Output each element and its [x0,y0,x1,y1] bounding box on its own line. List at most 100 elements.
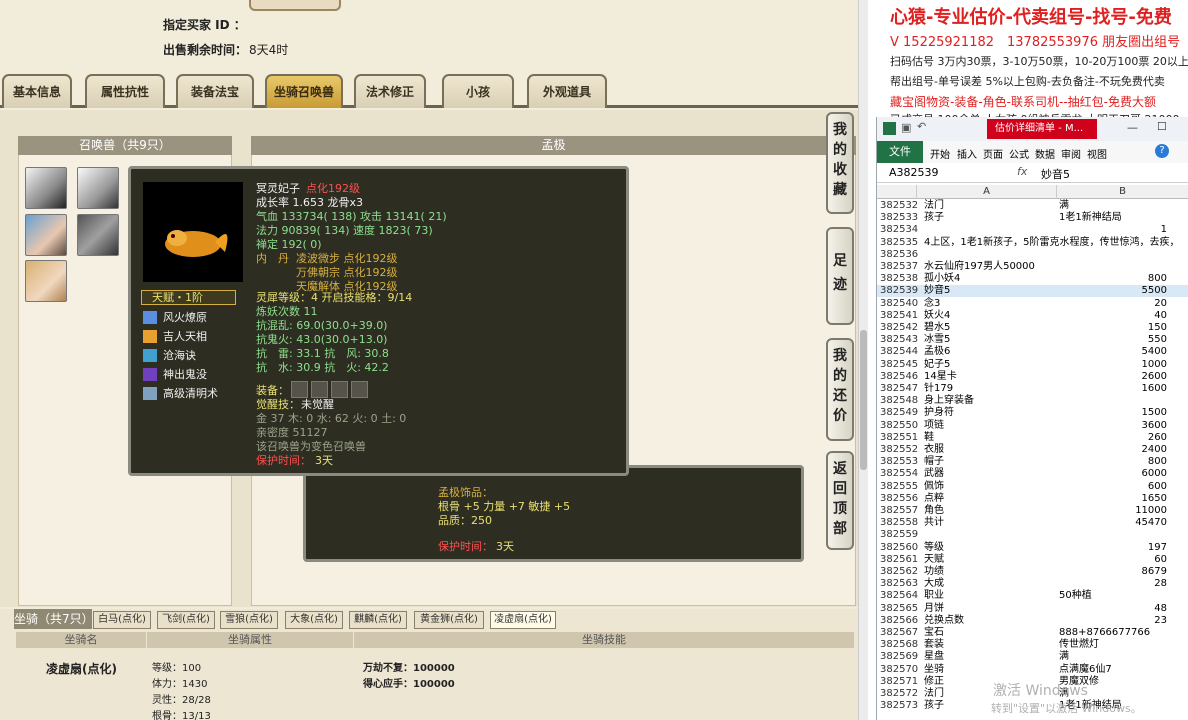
mount-tab-active[interactable]: 凌虚扇(点化) [490,611,556,629]
table-row[interactable]: 382535 4上区，1老1新孩子，5阶雷克水程度，传世惊鸿，去疾， [877,237,1188,249]
equip-slot[interactable] [311,381,328,398]
cell-a[interactable]: 14星卡 [924,371,957,383]
cell-a[interactable]: 项链 [924,420,944,432]
table-row[interactable]: 382565 月饼 48 [877,603,1188,615]
name-box[interactable]: A382539 [889,166,939,179]
cell-a[interactable]: 孩子 [924,212,944,224]
table-row[interactable]: 382553 帽子 800 [877,456,1188,468]
mount-tab[interactable]: 大象(点化) [285,611,343,629]
cell-b[interactable]: 800 [1148,273,1167,285]
cell-a[interactable]: 修正 [924,676,944,688]
table-row[interactable]: 382532 法门 满 [877,200,1188,212]
summon-avatar[interactable] [77,167,119,209]
cell-b[interactable]: 550 [1148,334,1167,346]
table-row[interactable]: 382538 孤小妖4 800 [877,273,1188,285]
page-scrollbar[interactable] [858,0,868,720]
table-row[interactable]: 382557 角色 11000 [877,505,1188,517]
cell-a[interactable]: 妃子5 [924,359,950,371]
cell-b[interactable]: 11000 [1135,505,1167,517]
cell-a[interactable]: 点粹 [924,493,944,505]
summon-avatar[interactable] [25,167,67,209]
cell-a[interactable]: 孩子 [924,700,944,712]
table-row[interactable]: 382548 身上穿装备 [877,395,1188,407]
cell-b[interactable]: 5400 [1142,346,1167,358]
table-row[interactable]: 382555 佩饰 600 [877,481,1188,493]
table-row[interactable]: 382551 鞋 260 [877,432,1188,444]
cell-b[interactable]: 28 [1154,578,1167,590]
minimize-icon[interactable]: — [1127,121,1138,134]
cell-b[interactable]: 2400 [1142,444,1167,456]
cell-a[interactable]: 兑换点数 [924,615,964,627]
tab-equipment[interactable]: 装备法宝 [176,74,254,108]
cell-a[interactable]: 天赋 [924,554,944,566]
cell-a[interactable]: 法门 [924,688,944,700]
cell-b[interactable]: 满 [1059,651,1069,663]
cell-b[interactable]: 600 [1148,481,1167,493]
mount-tab[interactable]: 黄金狮(点化) [414,611,484,629]
cell-a[interactable]: 衣服 [924,444,944,456]
cell-a[interactable]: 帽子 [924,456,944,468]
table-row[interactable]: 382563 大成 28 [877,578,1188,590]
cell-b[interactable]: 60 [1154,554,1167,566]
table-row[interactable]: 382550 项链 3600 [877,420,1188,432]
table-row[interactable]: 382559 [877,529,1188,541]
ribbon-tab[interactable]: 数据 [1035,146,1055,161]
table-row[interactable]: 382546 14星卡 2600 [877,371,1188,383]
cell-a[interactable]: 妖火4 [924,310,950,322]
table-row[interactable]: 382567 宝石 888+8766677766 [877,627,1188,639]
cell-a[interactable]: 星盘 [924,651,944,663]
confirm-button[interactable] [249,0,341,11]
cell-b[interactable]: 1000 [1142,359,1167,371]
ribbon-tab[interactable]: 页面 [983,146,1003,161]
summon-avatar[interactable] [25,260,67,302]
cell-a[interactable]: 冰雪5 [924,334,950,346]
mount-tab[interactable]: 雪狼(点化) [220,611,278,629]
table-row[interactable]: 382564 职业 50种植 [877,590,1188,602]
equip-slot[interactable] [291,381,308,398]
cell-b[interactable]: 6000 [1142,468,1167,480]
cell-a[interactable]: 法门 [924,200,944,212]
back-to-top-button[interactable]: 返回顶部 [826,451,854,550]
table-row[interactable]: 382568 套装 传世燃灯 [877,639,1188,651]
my-favorites-button[interactable]: 我的收藏 [826,112,854,214]
column-header-b[interactable]: B [1057,185,1188,199]
cell-a[interactable]: 坐骑 [924,664,944,676]
table-row[interactable]: 382561 天赋 60 [877,554,1188,566]
tab-mounts-summons[interactable]: 坐骑召唤兽 [265,74,343,108]
equip-slot[interactable] [351,381,368,398]
ribbon-tab[interactable]: 插入 [957,146,977,161]
cell-a[interactable]: 鞋 [924,432,934,444]
cell-a[interactable]: 孤小妖4 [924,273,960,285]
cell-a[interactable]: 功绩 [924,566,944,578]
cell-b[interactable]: 5500 [1142,285,1167,297]
cell-b[interactable]: 2600 [1142,371,1167,383]
cell-a[interactable]: 武器 [924,468,944,480]
cell-a[interactable]: 角色 [924,505,944,517]
table-row[interactable]: 382536 [877,249,1188,261]
cell-a[interactable]: 妙音5 [924,285,950,297]
table-row[interactable]: 382544 孟极6 5400 [877,346,1188,358]
table-row[interactable]: 382542 碧水5 150 [877,322,1188,334]
cell-b[interactable]: 888+8766677766 [1059,627,1150,639]
cell-b[interactable]: 23 [1154,615,1167,627]
cell-a[interactable]: 佩饰 [924,481,944,493]
tab-children[interactable]: 小孩 [442,74,514,108]
equip-slot[interactable] [331,381,348,398]
table-row[interactable]: 382566 兑换点数 23 [877,615,1188,627]
mount-tab[interactable]: 飞剑(点化) [157,611,215,629]
summon-avatar[interactable] [25,214,67,256]
cell-b[interactable]: 260 [1148,432,1167,444]
cell-b[interactable]: 45470 [1135,517,1167,529]
footprints-button[interactable]: 足迹 [826,227,854,325]
cell-b[interactable]: 8679 [1142,566,1167,578]
cell-a[interactable]: 针179 [924,383,953,395]
cell-b[interactable]: 1 [1161,224,1167,236]
my-offers-button[interactable]: 我的还价 [826,338,854,441]
cell-a[interactable]: 念3 [924,298,940,310]
cell-b[interactable]: 150 [1148,322,1167,334]
cell-b[interactable]: 1500 [1142,407,1167,419]
ribbon-tab[interactable]: 视图 [1087,146,1107,161]
cell-b[interactable]: 点满魔6仙7 [1059,664,1112,676]
save-icon[interactable]: ▣ [901,121,911,134]
cell-a[interactable]: 月饼 [924,603,944,615]
